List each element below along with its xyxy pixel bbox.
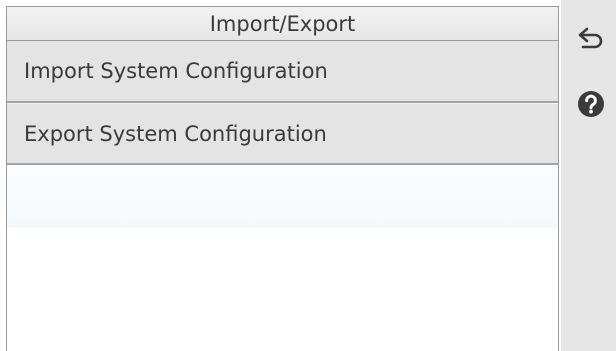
back-arrow-icon bbox=[578, 27, 603, 49]
back-button[interactable] bbox=[576, 23, 606, 53]
page-title-text: Import/Export bbox=[209, 11, 356, 36]
menu-item-label: Export System Configuration bbox=[24, 121, 327, 146]
import-system-configuration-button[interactable]: Import System Configuration bbox=[7, 41, 558, 103]
side-panel bbox=[561, 0, 616, 351]
empty-list-row bbox=[7, 165, 558, 227]
empty-list-row bbox=[7, 227, 558, 348]
question-mark-icon bbox=[578, 91, 604, 117]
menu-item-label: Import System Configuration bbox=[24, 59, 328, 83]
import-export-screen: Import/Export Import System Configuratio… bbox=[0, 0, 616, 351]
export-system-configuration-button[interactable]: Export System Configuration bbox=[7, 103, 558, 165]
help-button[interactable] bbox=[576, 89, 606, 119]
page-title: Import/Export bbox=[7, 6, 558, 41]
main-panel: Import/Export Import System Configuratio… bbox=[6, 6, 559, 351]
